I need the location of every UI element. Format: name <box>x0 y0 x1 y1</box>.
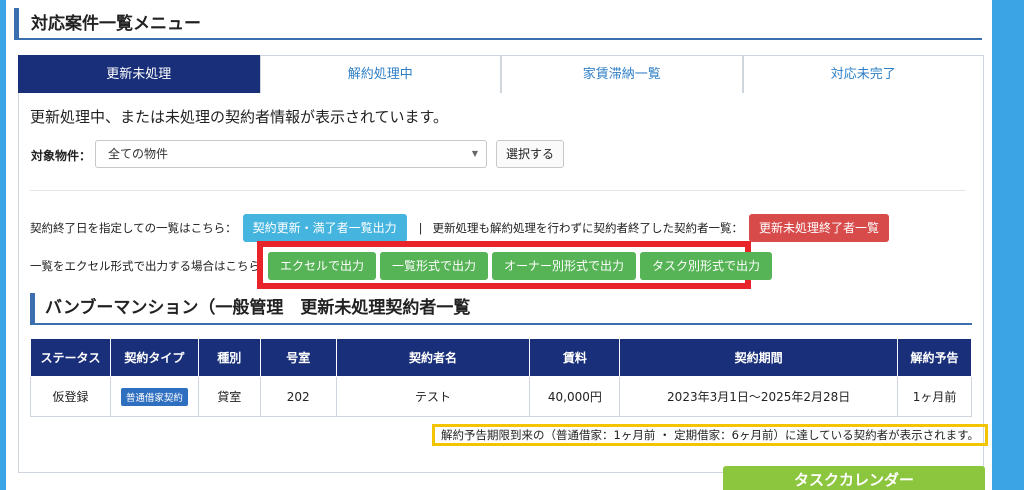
column-header: 解約予告 <box>897 338 972 377</box>
rent-cell: 40,000円 <box>529 376 621 417</box>
section-title: バンブーマンション（一般管理 更新未処理契約者一覧 <box>30 293 972 325</box>
column-header: 賃料 <box>529 338 621 377</box>
tab-incomplete[interactable]: 対応未完了 <box>742 55 984 93</box>
property-select-value: 全ての物件 <box>108 147 169 161</box>
export-owner-button[interactable]: オーナー別形式で出力 <box>492 252 637 280</box>
menu-title: 対応案件一覧メニュー <box>14 8 982 40</box>
export-buttons: エクセルで出力 一覧形式で出力 オーナー別形式で出力 タスク別形式で出力 <box>268 252 773 280</box>
column-header: ステータス <box>30 338 111 377</box>
select-button[interactable]: 選択する <box>496 140 564 168</box>
unprocessed-ended-list-button[interactable]: 更新未処理終了者一覧 <box>749 214 890 242</box>
chevron-down-icon: ▼ <box>471 149 478 158</box>
column-header: 契約タイプ <box>109 338 199 377</box>
room-cell: 202 <box>259 376 337 417</box>
tab-bar: 更新未処理 解約処理中 家賃滞納一覧 対応未完了 <box>18 55 984 93</box>
column-header: 契約者名 <box>335 338 531 377</box>
renewal-expiry-export-button[interactable]: 契約更新・満了者一覧出力 <box>242 214 407 242</box>
column-header: 契約期間 <box>619 338 899 377</box>
contract-type-badge: 普通借家契約 <box>120 387 188 406</box>
kind-cell: 貸室 <box>197 376 261 417</box>
export-excel-button[interactable]: エクセルで出力 <box>268 252 377 280</box>
contract-end-row: 契約終了日を指定しての一覧はこちら： 契約更新・満了者一覧出力 | 更新処理も解… <box>30 214 890 242</box>
description-text: 更新処理中、または未処理の契約者情報が表示されています。 <box>30 108 449 126</box>
property-select[interactable]: 全ての物件 ▼ <box>95 140 487 168</box>
contractor-table: ステータス 契約タイプ 種別 号室 契約者名 賃料 契約期間 解約予告 仮登録 … <box>30 338 972 417</box>
contract-type-cell: 普通借家契約 <box>109 376 199 417</box>
property-label: 対象物件： <box>31 149 92 163</box>
column-header: 種別 <box>197 338 261 377</box>
export-task-button[interactable]: タスク別形式で出力 <box>640 252 773 280</box>
export-list-button[interactable]: 一覧形式で出力 <box>380 252 489 280</box>
separator: | <box>418 221 423 235</box>
tab-renewal-unprocessed[interactable]: 更新未処理 <box>18 55 260 93</box>
task-calendar-button[interactable]: タスクカレンダー <box>723 466 985 490</box>
notice-message: 解約予告期限到来の（普通借家：1ヶ月前 ・ 定期借家：6ヶ月前）に達している契約… <box>432 424 988 446</box>
export-label: 一覧をエクセル形式で出力する場合はこちら <box>30 259 260 273</box>
divider <box>30 190 966 191</box>
cancellation-notice-cell: 1ヶ月前 <box>897 376 972 417</box>
column-header: 号室 <box>259 338 337 377</box>
unprocessed-ended-text: 更新処理も解約処理を行わずに契約者終了した契約者一覧： <box>432 221 744 235</box>
table-row[interactable]: 仮登録 普通借家契約 貸室 202 テスト 40,000円 2023年3月1日～… <box>30 376 972 417</box>
status-cell: 仮登録 <box>30 376 111 417</box>
tab-cancellation-processing[interactable]: 解約処理中 <box>259 55 501 93</box>
contractor-name-cell[interactable]: テスト <box>335 376 531 417</box>
table-header-row: ステータス 契約タイプ 種別 号室 契約者名 賃料 契約期間 解約予告 <box>30 338 972 377</box>
contract-period-cell: 2023年3月1日～2025年2月28日 <box>619 376 899 417</box>
tab-rent-arrears[interactable]: 家賃滞納一覧 <box>501 55 743 93</box>
contract-end-text: 契約終了日を指定しての一覧はこちら： <box>30 221 237 235</box>
